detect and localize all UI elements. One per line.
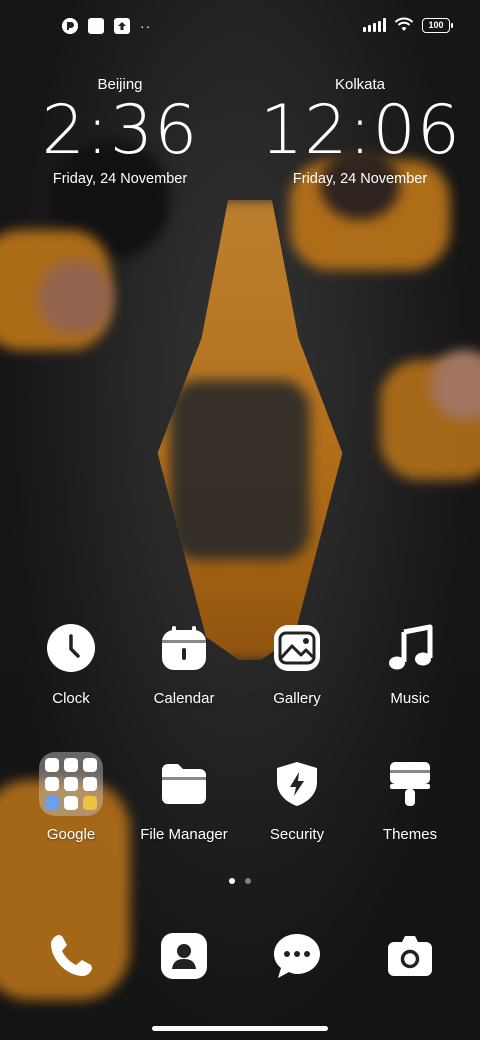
dock-messages[interactable]	[273, 932, 321, 980]
app-music[interactable]: Music	[350, 624, 470, 707]
gallery-icon	[274, 625, 320, 671]
cellular-signal-icon	[363, 18, 386, 32]
shield-bolt-icon	[277, 762, 317, 806]
dock-phone[interactable]	[47, 932, 95, 980]
app-gallery[interactable]: Gallery	[237, 624, 357, 707]
world-clock-widget-beijing[interactable]: Beijing 2:36 Friday, 24 November	[20, 76, 220, 187]
page-dot	[245, 878, 251, 884]
status-bar: ·· 100	[0, 0, 480, 56]
dock-contacts[interactable]	[160, 932, 208, 980]
app-label: Themes	[382, 826, 438, 843]
app-file-manager[interactable]: File Manager	[124, 760, 244, 843]
app-label: Music	[390, 690, 430, 707]
folder-icon	[162, 764, 206, 804]
app-label: File Manager	[140, 826, 228, 843]
app-clock[interactable]: Clock	[11, 624, 131, 707]
app-label: Gallery	[273, 690, 321, 707]
notification-square-icon	[88, 18, 104, 34]
app-label: Calendar	[153, 690, 215, 707]
page-indicator	[0, 878, 480, 884]
app-label: Clock	[52, 690, 90, 707]
paint-brush-icon	[390, 762, 430, 806]
music-note-icon	[389, 624, 433, 670]
contacts-icon	[161, 933, 207, 979]
battery-level: 100	[428, 19, 444, 30]
clock-icon	[47, 624, 95, 672]
clock-date: Friday, 24 November	[292, 171, 428, 187]
dock-camera[interactable]	[386, 932, 434, 980]
home-gesture-bar[interactable]	[152, 1026, 328, 1031]
app-themes[interactable]: Themes	[350, 760, 470, 843]
more-dots-icon: ··	[140, 18, 152, 34]
camera-icon	[388, 936, 432, 976]
message-icon	[274, 934, 320, 978]
notification-a-icon	[62, 18, 78, 34]
phone-icon	[51, 935, 92, 976]
app-security[interactable]: Security	[237, 760, 357, 843]
clock-time: 2:36	[41, 91, 199, 170]
wifi-icon	[394, 17, 414, 31]
app-label: Security	[269, 826, 325, 843]
calendar-icon	[162, 626, 206, 670]
clock-time: 12:06	[260, 91, 461, 170]
app-folder-google[interactable]: Google	[11, 752, 131, 843]
app-label: Google	[46, 826, 96, 843]
google-folder-icon	[39, 752, 103, 816]
world-clock-widget-kolkata[interactable]: Kolkata 12:06 Friday, 24 November	[260, 76, 460, 187]
app-calendar[interactable]: Calendar	[124, 624, 244, 707]
notification-upload-icon	[114, 18, 130, 34]
battery-icon: 100	[422, 17, 453, 33]
clock-date: Friday, 24 November	[52, 171, 188, 187]
page-dot-active	[229, 878, 235, 884]
